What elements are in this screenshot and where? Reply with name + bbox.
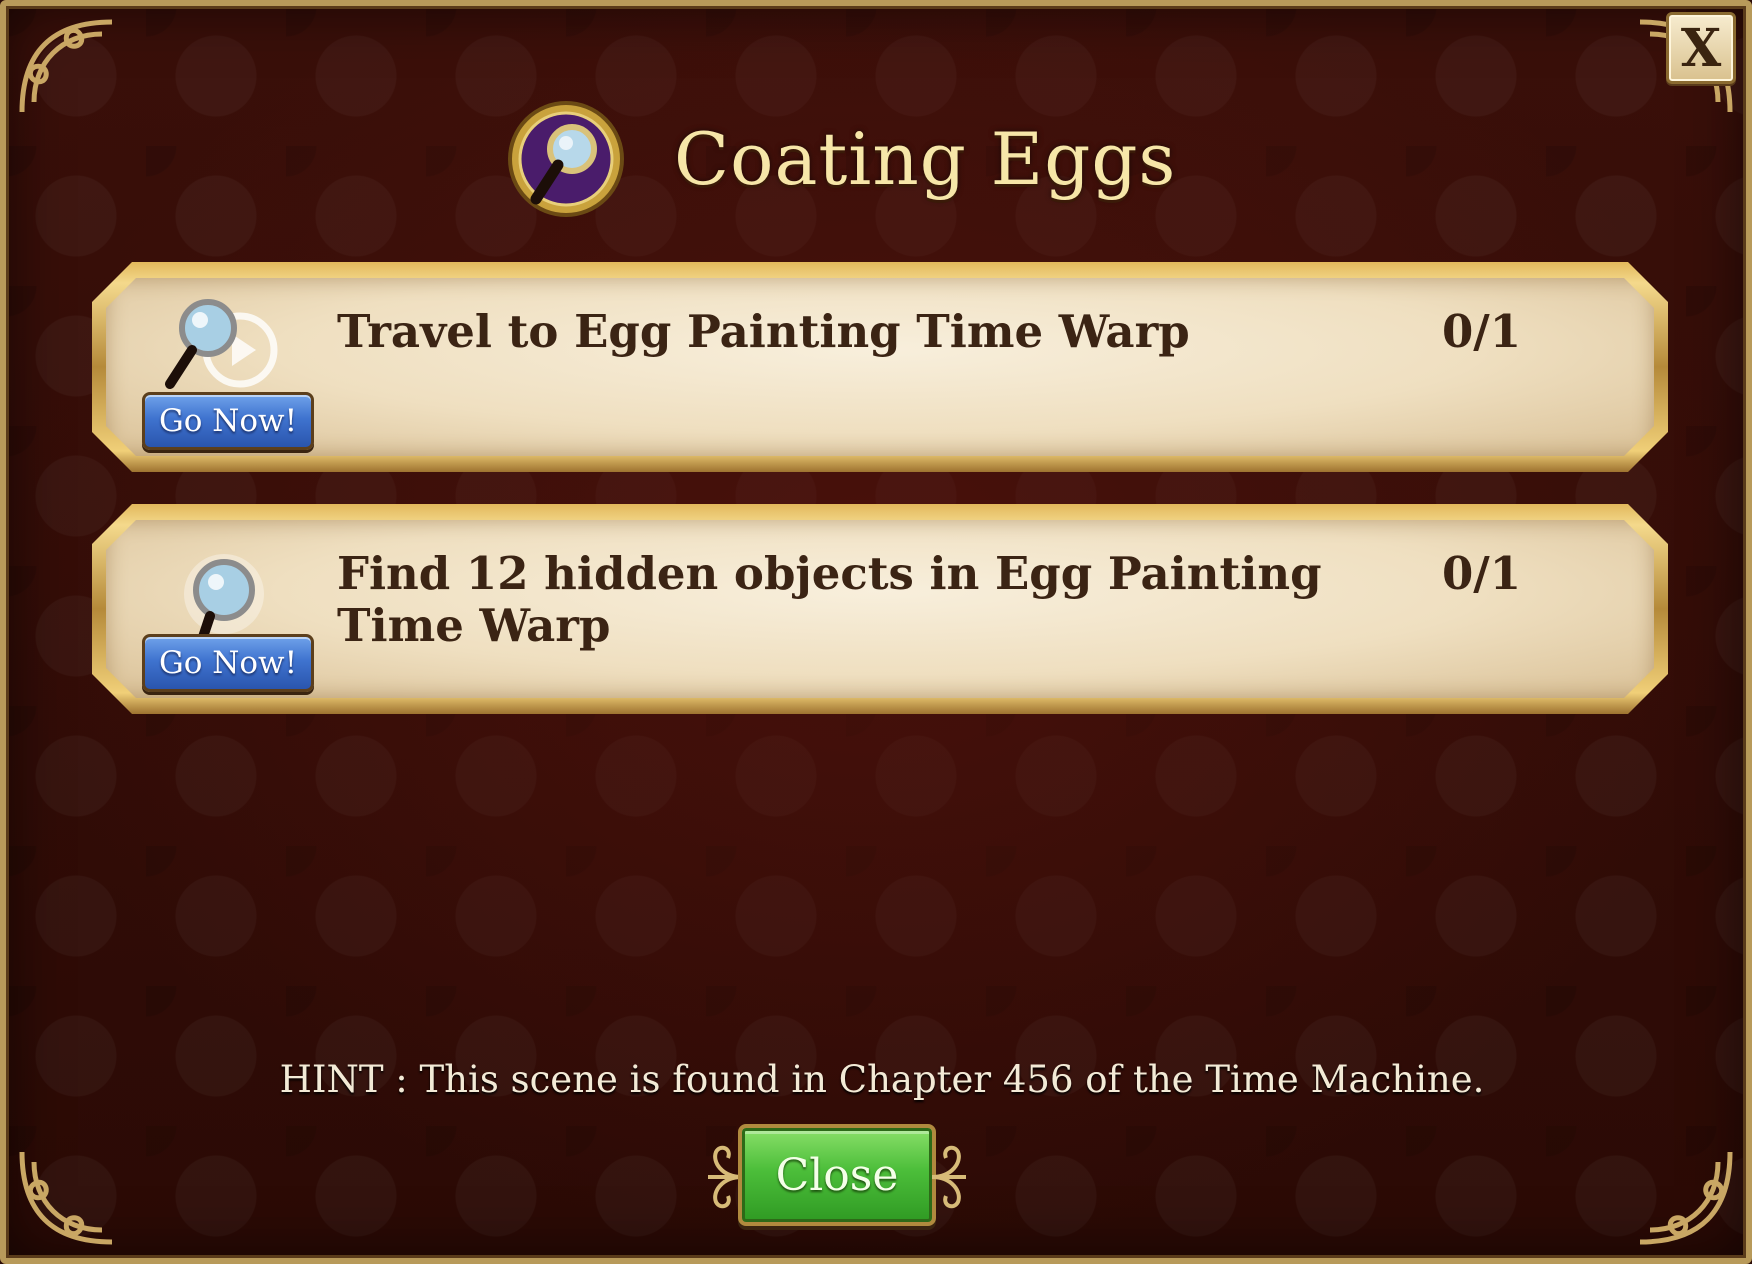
corner-ornament bbox=[12, 1142, 122, 1252]
close-button[interactable]: Close bbox=[738, 1124, 936, 1226]
close-button-group: Close bbox=[702, 1120, 972, 1232]
corner-ornament bbox=[12, 12, 122, 122]
close-x-button[interactable]: X bbox=[1666, 12, 1736, 84]
magnifier-play-icon bbox=[152, 294, 282, 404]
go-now-button[interactable]: Go Now! bbox=[142, 634, 314, 692]
magnifying-glass-icon bbox=[506, 99, 626, 219]
dialog-title: Coating Eggs bbox=[674, 117, 1177, 201]
task-progress: 0/1 bbox=[1442, 305, 1522, 358]
quest-dialog: X Coating Eggs Go Now! Travel to Egg Pai… bbox=[0, 0, 1752, 1264]
magnifier-sparkle-icon bbox=[152, 536, 282, 646]
dialog-header: Coating Eggs bbox=[506, 94, 1176, 224]
go-now-button[interactable]: Go Now! bbox=[142, 392, 314, 450]
hint-text: HINT : This scene is found in Chapter 45… bbox=[279, 1058, 1485, 1101]
task-panel: Go Now! Travel to Egg Painting Time Warp… bbox=[92, 262, 1668, 472]
corner-ornament bbox=[1630, 1142, 1740, 1252]
task-description: Find 12 hidden objects in Egg Painting T… bbox=[337, 547, 1322, 652]
flourish-ornament bbox=[926, 1142, 972, 1212]
task-panel: Go Now! Find 12 hidden objects in Egg Pa… bbox=[92, 504, 1668, 714]
task-progress: 0/1 bbox=[1442, 547, 1522, 600]
task-description: Travel to Egg Painting Time Warp bbox=[337, 305, 1190, 358]
